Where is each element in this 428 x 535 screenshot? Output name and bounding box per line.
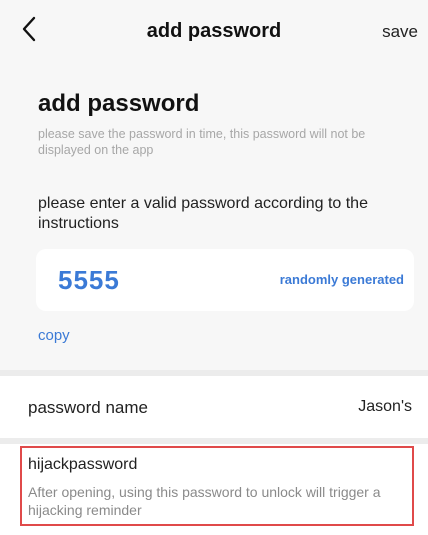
hijack-password-description: After opening, using this password to un… [28,484,381,518]
password-name-value[interactable]: Jason's [358,398,412,416]
section-heading: add password [38,90,200,117]
password-box[interactable]: 5555 randomly generated [36,249,414,311]
save-button[interactable]: save [382,22,418,42]
password-name-row[interactable]: password name Jason's [0,376,428,438]
password-value[interactable]: 5555 [58,265,120,296]
navigation-bar: add password save [0,0,428,64]
hijack-password-title: hijackpassword [28,456,138,473]
instruction-text: please enter a valid password according … [38,195,368,232]
section-divider [0,438,428,444]
password-name-label: password name [28,398,149,417]
page-title: add password [146,20,282,42]
save-hint-text: please save the password in time, this p… [38,127,366,157]
randomly-generated-button[interactable]: randomly generated [280,272,404,287]
copy-button[interactable]: copy [38,327,70,344]
hijack-password-option[interactable]: hijackpassword After opening, using this… [20,446,414,526]
password-card: add password please save the password in… [0,64,428,370]
